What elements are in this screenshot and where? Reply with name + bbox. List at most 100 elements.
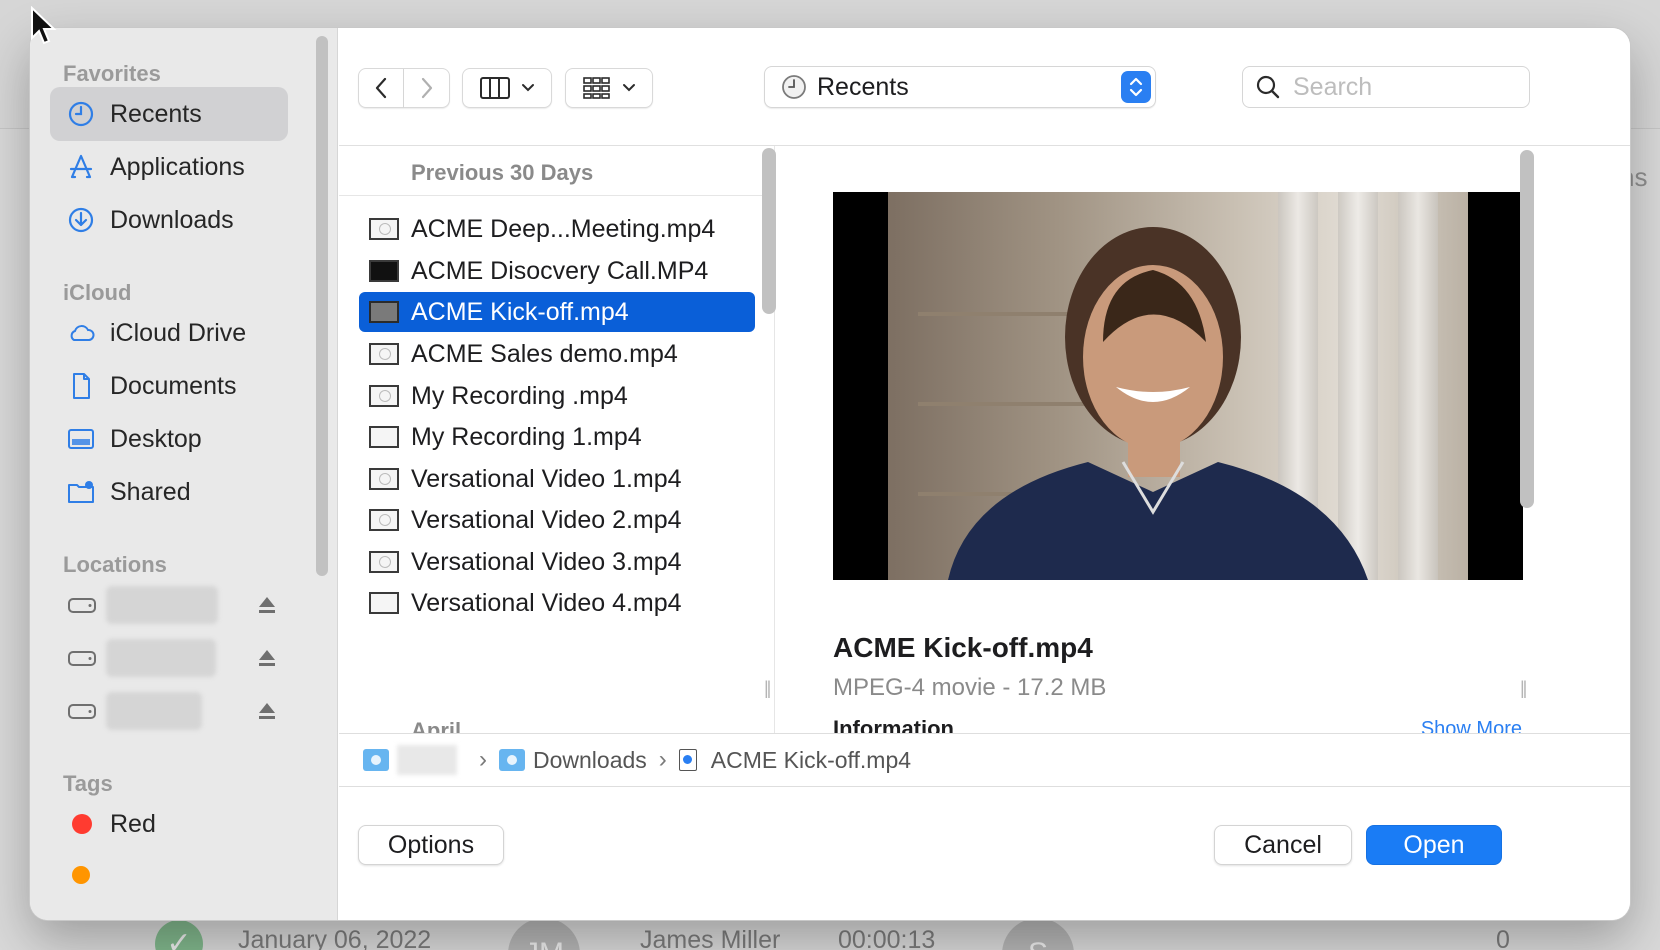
file-item[interactable]: Versational Video 1.mp4 [359, 459, 755, 499]
sidebar-item-label: Applications [110, 152, 245, 181]
eject-icon[interactable] [256, 647, 278, 669]
apps-icon [66, 152, 96, 182]
search-input[interactable] [1293, 72, 1513, 102]
file-name: My Recording .mp4 [411, 381, 628, 410]
sidebar-item-label: Recents [110, 99, 202, 128]
columns-view-icon [480, 77, 510, 99]
sidebar-scrollbar[interactable] [316, 36, 328, 576]
background-count: 0 [1496, 926, 1510, 950]
video-file-icon [369, 592, 399, 614]
clock-icon [782, 75, 806, 99]
location-popup-label: Recents [817, 72, 909, 101]
back-button[interactable] [358, 68, 404, 108]
background-duration: 00:00:13 [838, 926, 936, 950]
path-file[interactable]: ACME Kick-off.mp4 [711, 747, 911, 774]
section-title: Previous 30 Days [411, 160, 594, 185]
cloud-icon [66, 318, 96, 348]
tags-heading: Tags [63, 771, 113, 796]
disk-icon [66, 643, 98, 673]
file-item[interactable]: Versational Video 3.mp4 [359, 542, 755, 582]
video-file-icon [369, 218, 399, 240]
home-folder-icon [363, 749, 389, 771]
file-name: ACME Disocvery Call.MP4 [411, 256, 709, 285]
locations-heading: Locations [63, 552, 167, 577]
sidebar-item-label: iCloud Drive [110, 318, 247, 347]
forward-button[interactable] [404, 68, 450, 108]
redacted-disk-name [106, 692, 202, 730]
options-button[interactable]: Options [358, 825, 504, 865]
file-item[interactable]: Versational Video 4.mp4 [359, 583, 755, 623]
open-file-dialog: Favorites Recents Applications Downloads… [30, 28, 1630, 920]
sidebar-item-documents[interactable]: Documents [50, 359, 288, 413]
column-resize-handle[interactable]: || [764, 678, 772, 699]
file-list-scrollbar[interactable] [762, 148, 776, 314]
column-resize-handle[interactable]: || [1520, 678, 1528, 699]
redacted-user-folder[interactable] [397, 745, 457, 775]
toolbar: Recents [339, 28, 1630, 146]
clock-icon [66, 99, 96, 129]
video-file-icon [369, 260, 399, 282]
download-icon [66, 205, 96, 235]
chevron-down-icon [522, 84, 534, 92]
disk-icon [66, 590, 98, 620]
eject-icon[interactable] [256, 594, 278, 616]
search-icon [1256, 75, 1280, 99]
section-title: April [411, 718, 462, 733]
sidebar-item-label: Documents [110, 371, 237, 400]
eject-icon[interactable] [256, 700, 278, 722]
sidebar-item-shared[interactable]: Shared [50, 465, 288, 519]
background-name: James Miller [640, 926, 781, 950]
file-item[interactable]: Versational Video 2.mp4 [359, 500, 755, 540]
path-separator-icon: › [658, 746, 667, 773]
sidebar-item-label: Desktop [110, 424, 202, 453]
preview-scrollbar[interactable] [1520, 150, 1534, 508]
file-item[interactable]: ACME Sales demo.mp4 [359, 334, 755, 374]
cancel-button[interactable]: Cancel [1214, 825, 1352, 865]
location-popup[interactable]: Recents [764, 66, 1156, 108]
file-item-selected[interactable]: ACME Kick-off.mp4 [359, 292, 755, 332]
open-button[interactable]: Open [1366, 825, 1502, 865]
file-item[interactable]: ACME Deep...Meeting.mp4 [359, 209, 755, 249]
view-mode-button[interactable] [462, 68, 552, 108]
video-file-icon [369, 301, 399, 323]
sidebar-location-disk[interactable] [50, 684, 300, 738]
file-name: Versational Video 1.mp4 [411, 464, 682, 493]
document-icon [66, 371, 96, 401]
file-name: ACME Deep...Meeting.mp4 [411, 214, 716, 243]
video-file-icon [369, 468, 399, 490]
video-thumbnail-scene [888, 192, 1468, 580]
search-field[interactable] [1242, 66, 1530, 108]
sidebar-item-applications[interactable]: Applications [50, 140, 288, 194]
file-name: Versational Video 2.mp4 [411, 505, 682, 534]
sidebar-item-desktop[interactable]: Desktop [50, 412, 288, 466]
sidebar-location-disk[interactable] [50, 631, 300, 685]
chevron-down-icon [623, 84, 635, 92]
redacted-disk-name [106, 586, 218, 624]
show-more-link[interactable]: Show More [1421, 718, 1522, 733]
sidebar-tag-red[interactable]: Red [50, 797, 288, 851]
avatar: JM [508, 918, 580, 950]
path-bar: › Downloads › ACME Kick-off.mp4 [339, 733, 1630, 787]
dialog-footer: Options Cancel Open [339, 787, 1630, 920]
file-name: Versational Video 3.mp4 [411, 547, 682, 576]
file-name: ACME Kick-off.mp4 [411, 297, 629, 326]
video-thumbnail [833, 192, 1523, 580]
file-item[interactable]: My Recording 1.mp4 [359, 417, 755, 457]
sidebar-item-icloud-drive[interactable]: iCloud Drive [50, 306, 288, 360]
person-silhouette [948, 227, 1368, 580]
file-item[interactable]: My Recording .mp4 [359, 376, 755, 416]
file-item[interactable]: ACME Disocvery Call.MP4 [359, 251, 755, 291]
file-name: Versational Video 4.mp4 [411, 588, 682, 617]
video-file-icon [369, 343, 399, 365]
background-date: January 06, 2022 [238, 926, 432, 950]
favorites-heading: Favorites [63, 61, 161, 86]
path-folder[interactable]: Downloads [533, 747, 647, 774]
sidebar-item-downloads[interactable]: Downloads [50, 193, 288, 247]
section-header: Previous 30 Days [339, 146, 774, 196]
sidebar-location-disk[interactable] [50, 578, 300, 632]
shared-folder-icon [66, 477, 96, 507]
sidebar-item-recents[interactable]: Recents [50, 87, 288, 141]
video-file-icon [369, 509, 399, 531]
grid-icon [583, 77, 610, 99]
group-by-button[interactable] [565, 68, 653, 108]
